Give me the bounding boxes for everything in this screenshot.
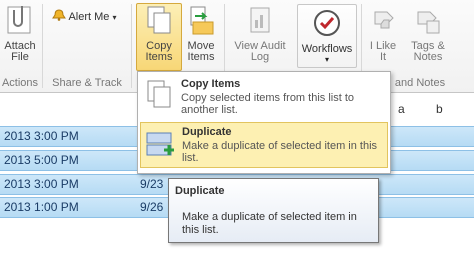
row-date-2: 9/26: [140, 200, 164, 214]
attach-file-button[interactable]: Attach File: [0, 4, 40, 63]
view-audit-log-label: View Audit Log: [234, 40, 286, 63]
separator: [42, 4, 43, 88]
group-label-share-track: Share & Track: [52, 77, 122, 89]
tags-notes-label: Tags & Notes: [411, 40, 445, 63]
menu-item-title: Duplicate: [182, 126, 232, 138]
row-date: 2013 1:00 PM: [4, 200, 79, 214]
chevron-down-icon: ▾: [324, 55, 329, 64]
tooltip-description: Make a duplicate of selected item in thi…: [182, 211, 357, 236]
tags-notes-button[interactable]: Tags & Notes: [406, 4, 450, 63]
chevron-down-icon: ▾: [112, 13, 117, 22]
row-date: 2013 5:00 PM: [4, 153, 79, 167]
copy-items-button[interactable]: Copy Items: [136, 3, 182, 71]
row-date: 2013 3:00 PM: [4, 177, 79, 191]
workflows-label: Workflows: [301, 43, 353, 55]
row-date: 2013 3:00 PM: [4, 129, 79, 143]
row-date-2: 9/23: [140, 177, 164, 191]
move-items-button[interactable]: Move Items: [182, 4, 220, 63]
menu-item-copy-items[interactable]: Copy Items Copy selected items from this…: [140, 75, 386, 119]
workflows-icon: [298, 8, 356, 41]
workflows-button[interactable]: Workflows ▾: [297, 4, 357, 68]
i-like-it-button[interactable]: I Like It: [365, 4, 401, 63]
copy-icon: [144, 79, 176, 116]
attach-file-icon: [4, 6, 36, 39]
i-like-it-label: I Like It: [369, 40, 397, 63]
duplicate-icon: [145, 129, 177, 162]
alert-me-label: Alert Me: [68, 11, 110, 23]
menu-item-title: Copy Items: [181, 78, 241, 90]
attach-file-label: Attach File: [4, 40, 36, 63]
column-header-b[interactable]: b: [436, 102, 443, 116]
column-header-a[interactable]: a: [398, 102, 405, 116]
tooltip: Duplicate Make a duplicate of selected i…: [168, 178, 379, 243]
alert-me-button[interactable]: Alert Me ▾: [52, 9, 117, 23]
bell-icon: [52, 9, 68, 23]
menu-item-description: Copy selected items from this list to an…: [181, 92, 355, 116]
tooltip-title: Duplicate: [175, 185, 225, 197]
menu-item-description: Make a duplicate of selected item in thi…: [182, 140, 378, 164]
view-audit-log-button[interactable]: View Audit Log: [228, 4, 292, 63]
group-label-tags-notes: and Notes: [394, 77, 446, 89]
copy-items-label: Copy Items: [145, 40, 173, 63]
separator: [131, 4, 132, 88]
group-label-actions: Actions: [1, 77, 39, 89]
menu-item-duplicate[interactable]: Duplicate Make a duplicate of selected i…: [140, 122, 388, 168]
move-items-label: Move Items: [187, 40, 215, 63]
copy-items-menu: Copy Items Copy selected items from this…: [137, 71, 391, 174]
